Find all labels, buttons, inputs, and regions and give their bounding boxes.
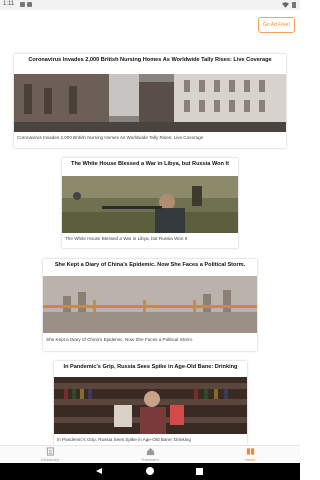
news-card-title[interactable]: In Pandemic's Grip, Russia Sees Spike in… (54, 364, 247, 370)
news-card[interactable]: The White House Blessed a War in Libya, … (62, 158, 238, 248)
nav-news[interactable]: News (220, 446, 280, 464)
news-card-caption: The White House Blessed a War in Libya, … (65, 236, 188, 241)
nav-dictionary-label[interactable]: Dictionary (20, 457, 80, 462)
battery-icon (292, 2, 296, 8)
news-card[interactable]: She Kept a Diary of China's Epidemic. No… (43, 259, 257, 351)
news-card-title[interactable]: The White House Blessed a War in Libya, … (62, 161, 238, 167)
translator-icon (146, 447, 154, 456)
news-card-image[interactable] (54, 377, 247, 434)
nav-dictionary[interactable]: Dictionary (20, 446, 80, 464)
news-card-caption: She Kept a Diary of China's Epidemic. No… (46, 337, 194, 342)
news-icon (246, 448, 254, 455)
news-card-title[interactable]: Coronavirus Invades 2,000 British Nursin… (14, 57, 286, 63)
dictionary-icon (46, 447, 54, 456)
bottom-navigation: Dictionary Translator News (0, 445, 300, 463)
nav-translator[interactable]: Translator (120, 446, 180, 464)
news-card-image[interactable] (43, 276, 257, 333)
news-card-caption: In Pandemic's Grip, Russia Sees Spike in… (57, 437, 191, 442)
news-card-image[interactable] (62, 176, 238, 233)
system-status-icons (282, 2, 296, 8)
news-card-caption: Coronavirus Invades 2,000 British Nursin… (17, 135, 204, 140)
nav-translator-label[interactable]: Translator (120, 457, 180, 462)
nav-news-label[interactable]: News (220, 457, 280, 462)
recent-apps-icon[interactable] (196, 468, 203, 475)
news-card[interactable]: In Pandemic's Grip, Russia Sees Spike in… (54, 361, 247, 445)
go-ad-free-button[interactable]: Go Ad Free! (258, 17, 295, 33)
wifi-icon (282, 2, 289, 8)
news-card-title[interactable]: She Kept a Diary of China's Epidemic. No… (43, 262, 257, 268)
home-icon[interactable] (146, 467, 154, 475)
system-navigation-bar (0, 463, 300, 480)
news-card[interactable]: Coronavirus Invades 2,000 British Nursin… (14, 54, 286, 148)
status-bar: 1:11 (0, 0, 300, 10)
notification-icons (20, 2, 32, 7)
back-icon[interactable] (96, 468, 102, 474)
status-time: 1:11 (3, 1, 15, 7)
app-notification-icon (27, 2, 32, 7)
notification-icon (20, 2, 25, 7)
news-card-image[interactable] (14, 74, 286, 132)
